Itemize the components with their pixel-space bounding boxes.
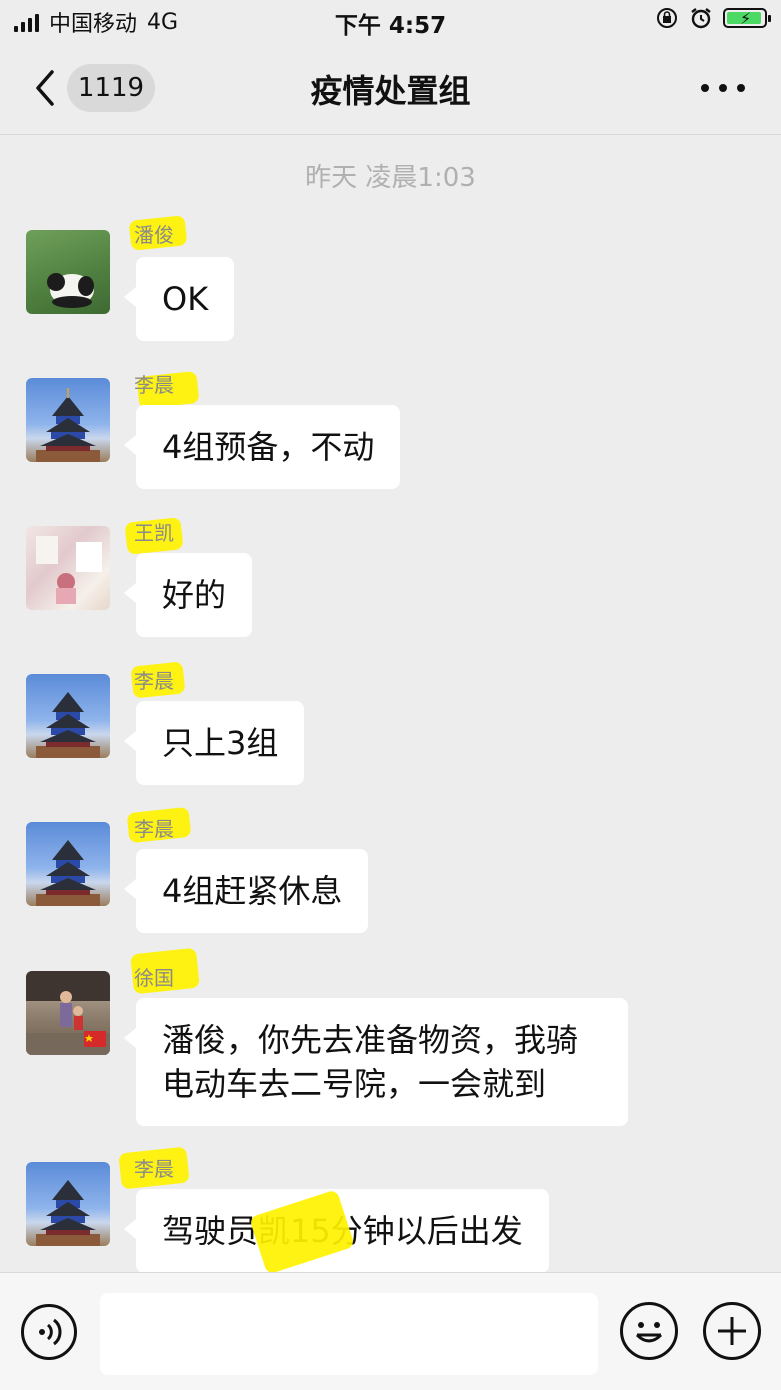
photo-icon: [36, 536, 102, 604]
temple-icon: [36, 692, 100, 758]
voice-input-button[interactable]: [21, 1304, 77, 1360]
sender-name: 王凯: [134, 521, 174, 545]
sender-name: 李晨: [134, 817, 174, 841]
chat-title: 疫情处置组: [310, 72, 471, 110]
sender-name: 李晨: [134, 669, 174, 693]
panda-icon: [47, 273, 94, 308]
family-photo-icon: [26, 971, 110, 1055]
message-bubble[interactable]: 潘俊，你先去准备物资，我骑 电动车去二号院，一会就到: [124, 998, 628, 1126]
plus-icon: [718, 1317, 746, 1345]
sender-name: 李晨: [134, 1157, 174, 1181]
message-list[interactable]: 昨天 凌晨1:03 潘俊 OK 李晨 4组预备，不动 王凯 好的 李晨 只上3组…: [0, 135, 781, 1272]
temple-avatar[interactable]: [26, 674, 110, 758]
message-input[interactable]: [100, 1293, 598, 1375]
chat-header: 1119 疫情处置组: [0, 44, 781, 135]
more-dot-icon: [701, 84, 709, 92]
family-avatar[interactable]: [26, 971, 110, 1055]
photo-avatar[interactable]: [26, 526, 110, 610]
temple-icon: [36, 840, 100, 906]
status-bar: 中国移动 4G 下午 4:57 ⚡: [0, 0, 781, 44]
orientation-lock-icon: [657, 8, 677, 28]
sender-name: 徐国: [134, 966, 174, 990]
message-bubble[interactable]: 只上3组: [123, 701, 305, 785]
panda-avatar[interactable]: [26, 230, 110, 314]
message-line: 电动车去二号院，一会就到: [162, 1065, 547, 1103]
input-toolbar: [0, 1272, 781, 1390]
message-bubble[interactable]: 4组预备，不动: [123, 405, 401, 489]
more-dot-icon: [719, 84, 727, 92]
more-options-button[interactable]: [701, 76, 745, 100]
more-functions-button[interactable]: [703, 1302, 761, 1360]
temple-avatar[interactable]: [26, 822, 110, 906]
message-bubble[interactable]: 好的: [123, 553, 253, 637]
temple-avatar[interactable]: [26, 1162, 110, 1246]
message-bubble[interactable]: 4组赶紧休息: [123, 849, 369, 933]
more-dot-icon: [737, 84, 745, 92]
sender-name: 李晨: [134, 373, 174, 397]
message-bubble[interactable]: OK: [123, 257, 235, 341]
voice-icon: [39, 1318, 62, 1346]
battery-icon: ⚡: [723, 8, 771, 28]
alarm-icon: [691, 8, 711, 29]
temple-avatar[interactable]: [26, 378, 110, 462]
sender-name: 潘俊: [134, 223, 174, 247]
message-timestamp: 昨天 凌晨1:03: [305, 163, 476, 193]
status-right: ⚡: [655, 6, 771, 30]
emoji-button[interactable]: [620, 1302, 678, 1360]
message-line: 潘俊，你先去准备物资，我骑: [162, 1021, 579, 1059]
smiley-icon: [635, 1322, 663, 1343]
temple-icon: [36, 388, 100, 462]
temple-icon: [36, 1180, 100, 1246]
